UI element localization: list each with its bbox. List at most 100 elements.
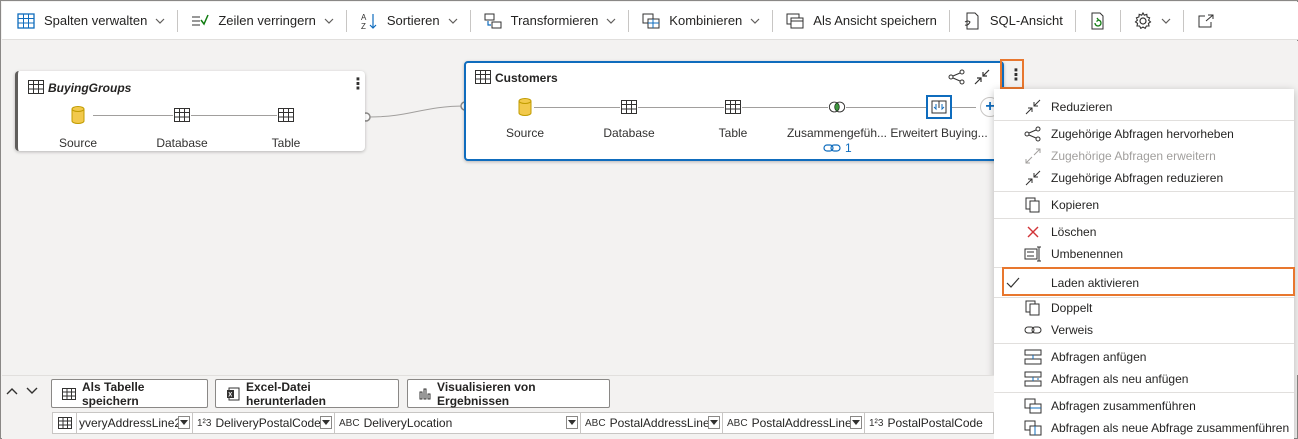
column-name: yveryAddressLine2 <box>79 416 182 430</box>
related-queries-icon[interactable] <box>948 69 966 88</box>
menu-item-rename[interactable]: Umbenennen <box>994 243 1294 265</box>
data-grid-header: yveryAddressLine2 1²3 DeliveryPostalCode… <box>52 412 994 434</box>
menu-item-copy[interactable]: Kopieren <box>994 194 1294 216</box>
menu-item-duplicate[interactable]: Doppelt <box>994 297 1294 319</box>
transform-button[interactable]: Transformieren <box>475 5 625 37</box>
node-title: Customers <box>495 71 558 85</box>
column-name: PostalAddressLine1 <box>609 416 717 430</box>
popout-button[interactable] <box>1188 5 1224 37</box>
append-new-icon <box>1024 371 1042 387</box>
column-filter-dropdown[interactable] <box>566 416 578 429</box>
menu-item-highlight-related[interactable]: Zugehörige Abfragen hervorheben <box>994 123 1294 145</box>
manage-columns-label: Spalten verwalten <box>44 13 148 28</box>
toolbar-divider <box>1182 9 1184 32</box>
step-label: Database <box>603 126 655 140</box>
query-node-customers[interactable]: Customers Source Database Table Zusammen… <box>464 61 1004 161</box>
step-expanded[interactable]: Erweitert Buying... <box>884 95 994 140</box>
menu-item-label: Verweis <box>1051 323 1094 337</box>
more-options-icon[interactable]: ⋮ <box>350 77 366 93</box>
menu-item-merge[interactable]: Abfragen zusammenführen <box>994 395 1294 417</box>
step-table[interactable]: Table <box>231 106 341 150</box>
step-database[interactable]: Database <box>574 98 684 140</box>
menu-item-reference[interactable]: Verweis <box>994 319 1294 341</box>
column-header[interactable]: ABC PostalAddressLine2 <box>723 413 865 433</box>
menu-item-collapse-related[interactable]: Zugehörige Abfragen reduzieren <box>994 167 1294 189</box>
column-name: PostalAddressLine2 <box>751 416 859 430</box>
menu-item-append[interactable]: Abfragen anfügen <box>994 346 1294 368</box>
step-database[interactable]: Database <box>127 106 237 150</box>
svg-text:Z: Z <box>361 22 366 30</box>
sort-button[interactable]: AZ Sortieren <box>351 5 466 37</box>
manage-columns-button[interactable]: Spalten verwalten <box>8 5 173 37</box>
refresh-button[interactable] <box>1080 5 1116 37</box>
step-table[interactable]: Table <box>678 98 788 140</box>
sql-view-button[interactable]: SQL-Ansicht <box>954 5 1071 37</box>
menu-item-expand-related[interactable]: Zugehörige Abfragen erweitern <box>994 145 1294 167</box>
combine-icon <box>641 11 661 31</box>
step-source[interactable]: Source <box>23 106 133 150</box>
save-as-table-label: Als Tabelle speichern <box>82 379 145 408</box>
column-type-number: 1²3 <box>869 417 884 429</box>
column-name: DeliveryLocation <box>363 416 453 430</box>
gear-icon <box>1133 11 1153 31</box>
transform-label: Transformieren <box>510 13 599 28</box>
collapse-icon[interactable] <box>974 69 990 88</box>
linked-count[interactable]: 1 <box>823 141 852 155</box>
step-source[interactable]: Source <box>470 98 580 140</box>
enable-load-highlight <box>1002 267 1295 296</box>
visualize-results-button[interactable]: Visualisieren von Ergebnissen <box>407 379 610 408</box>
save-as-view-button[interactable]: Als Ansicht speichern <box>777 5 945 37</box>
column-filter-dropdown[interactable] <box>708 416 720 429</box>
column-header[interactable]: 1²3 DeliveryPostalCode <box>193 413 335 433</box>
column-header[interactable]: ABC PostalAddressLine1 <box>581 413 723 433</box>
download-excel-button[interactable]: X Excel-Datei herunterladen <box>215 379 399 408</box>
download-excel-label: Excel-Datei herunterladen <box>246 379 327 408</box>
chevron-down-icon <box>155 16 165 26</box>
menu-item-label: Kopieren <box>1051 198 1100 212</box>
column-header[interactable]: ABC DeliveryLocation <box>335 413 581 433</box>
menu-item-label: Abfragen zusammenführen <box>1051 399 1196 413</box>
table-icon <box>173 106 191 124</box>
sort-label: Sortieren <box>386 13 440 28</box>
related-queries-icon <box>1024 126 1042 142</box>
settings-button[interactable] <box>1125 5 1179 37</box>
menu-divider <box>994 120 1294 121</box>
combine-button[interactable]: Kombinieren <box>633 5 768 37</box>
more-options-icon[interactable]: ⋮ <box>1008 65 1024 85</box>
append-icon <box>1024 349 1042 365</box>
sql-view-icon <box>962 11 982 31</box>
table-icon <box>475 70 491 84</box>
toolbar-divider <box>772 9 774 32</box>
toolbar-divider <box>469 9 471 32</box>
menu-item-delete[interactable]: Löschen <box>994 221 1294 243</box>
query-node-buyinggroups[interactable]: BuyingGroups ⋮ Source Database Table <box>15 71 366 151</box>
collapse-icon <box>1024 99 1042 115</box>
column-header[interactable]: yveryAddressLine2 <box>77 413 193 433</box>
menu-item-collapse[interactable]: Reduzieren <box>994 96 1294 118</box>
table-icon <box>62 387 76 401</box>
chevron-down-icon[interactable] <box>24 383 40 399</box>
reduce-rows-button[interactable]: Zeilen verringern <box>182 5 342 37</box>
menu-item-label: Abfragen anfügen <box>1051 350 1147 364</box>
column-filter-dropdown[interactable] <box>850 416 862 429</box>
chevron-down-icon <box>750 16 760 26</box>
chevron-up-icon[interactable] <box>4 383 20 399</box>
column-filter-dropdown[interactable] <box>178 416 190 429</box>
menu-item-append-new[interactable]: Abfragen als neu anfügen <box>994 368 1294 390</box>
delete-x-icon <box>1024 224 1042 240</box>
column-header[interactable]: 1²3 PostalPostalCode <box>865 413 995 433</box>
select-all-cell[interactable] <box>53 413 77 433</box>
database-cylinder-icon <box>69 106 87 124</box>
menu-item-merge-new[interactable]: Abfragen als neue Abfrage zusammenführen <box>994 417 1294 439</box>
sql-view-label: SQL-Ansicht <box>989 13 1063 28</box>
menu-divider <box>994 218 1294 219</box>
copy-icon <box>1024 197 1042 213</box>
table-icon <box>277 106 295 124</box>
menu-item-label: Umbenennen <box>1051 247 1124 261</box>
duplicate-icon <box>1024 300 1042 316</box>
toolbar-divider <box>1119 9 1121 32</box>
step-merged[interactable]: Zusammengefüh... <box>782 98 892 140</box>
save-as-table-button[interactable]: Als Tabelle speichern <box>51 379 208 408</box>
column-filter-dropdown[interactable] <box>320 416 332 429</box>
expand-column-icon <box>926 95 952 119</box>
